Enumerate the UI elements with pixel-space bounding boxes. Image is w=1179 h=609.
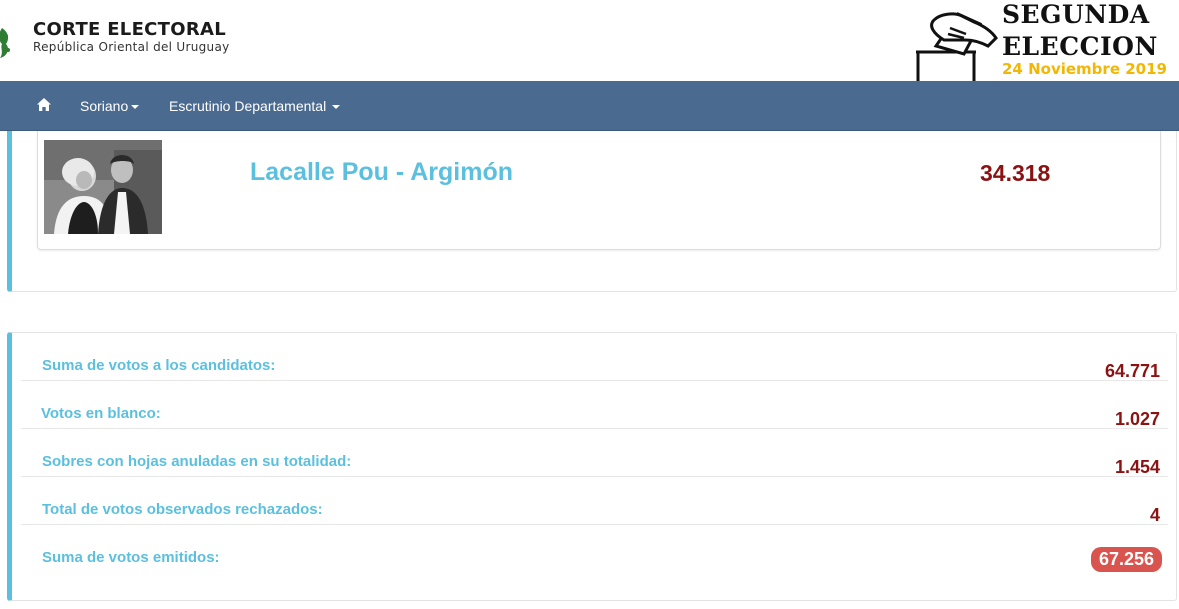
totals-row: Total de votos observados rechazados: 4 <box>21 477 1168 525</box>
totals-row: Suma de votos emitidos: 67.256 <box>21 525 1168 573</box>
totals-panel: Suma de votos a los candidatos: 64.771 V… <box>7 332 1177 601</box>
total-emitted-badge: 67.256 <box>1090 547 1162 572</box>
candidate-name: Lacalle Pou - Argimón <box>250 158 514 186</box>
candidate-votes: 34.318 <box>980 160 1051 186</box>
navbar: Soriano Escrutinio Departamental <box>0 81 1179 131</box>
candidate-photo <box>44 140 162 234</box>
caret-down-icon <box>131 105 140 110</box>
totals-row: Sobres con hojas anuladas en su totalida… <box>21 429 1168 477</box>
election-logo: SEGUNDA ELECCION 24 Noviembre 2019 <box>914 0 1179 81</box>
caret-down-icon <box>332 105 341 110</box>
nav-dropdown-department-label: Soriano <box>80 98 129 114</box>
totals-row-label: Suma de votos emitidos: <box>42 549 220 566</box>
nav-dropdown-department[interactable]: Soriano <box>80 98 140 114</box>
totals-row-label: Suma de votos a los candidatos: <box>42 357 276 374</box>
totals-row-value: 1.454 <box>1114 457 1160 477</box>
emblem-icon <box>0 28 10 58</box>
ballot-box-icon <box>916 12 998 81</box>
nav-dropdown-escrutinio[interactable]: Escrutinio Departamental <box>169 98 341 114</box>
candidate-panel: Lacalle Pou - Argimón 34.318 <box>7 131 1177 292</box>
totals-row: Suma de votos a los candidatos: 64.771 <box>21 333 1168 381</box>
totals-row-label: Votos en blanco: <box>41 405 161 422</box>
election-title-line2: ELECCION <box>1002 32 1158 61</box>
org-title: CORTE ELECTORAL <box>33 19 227 40</box>
home-icon[interactable] <box>36 97 52 113</box>
nav-dropdown-escrutinio-label: Escrutinio Departamental <box>169 98 327 114</box>
org-subtitle: República Oriental del Uruguay <box>33 40 230 54</box>
totals-row-value: 64.771 <box>1104 361 1160 381</box>
totals-row-label: Sobres con hojas anuladas en su totalida… <box>42 453 352 470</box>
totals-row-value: 4 <box>1149 505 1160 525</box>
totals-row-label: Total de votos observados rechazados: <box>42 501 323 518</box>
candidate-card: Lacalle Pou - Argimón 34.318 <box>37 131 1161 250</box>
election-title-line1: SEGUNDA <box>1002 0 1150 29</box>
totals-row: Votos en blanco: 1.027 <box>21 381 1168 429</box>
totals-row-value: 1.027 <box>1114 409 1160 429</box>
election-date: 24 Noviembre 2019 <box>1002 60 1167 78</box>
site-header: CORTE ELECTORAL República Oriental del U… <box>0 0 1179 81</box>
